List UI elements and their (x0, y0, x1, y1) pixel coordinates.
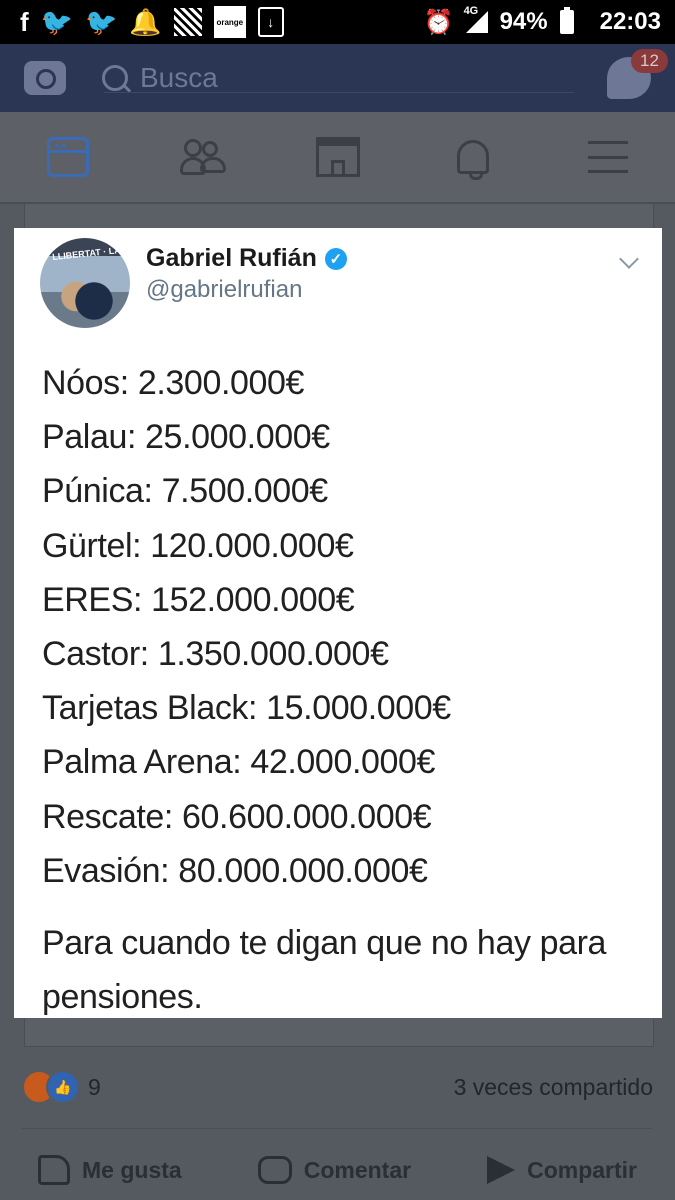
verified-badge-icon: ✓ (324, 247, 347, 270)
share-label: Compartir (527, 1156, 637, 1183)
camera-icon[interactable] (24, 61, 66, 95)
messenger-icon[interactable]: 12 (607, 49, 668, 99)
twitter-icon: 🐦 (85, 6, 118, 37)
facebook-icon: f (20, 6, 29, 37)
battery-percent: 94% (499, 8, 548, 35)
tweet-line: Púnica: 7.500.000€ (42, 472, 328, 511)
like-label: Me gusta (82, 1156, 182, 1183)
hamburger-menu-icon (587, 141, 628, 173)
like-reaction-icon: 👍 (46, 1070, 80, 1104)
reactions-summary[interactable]: 👍 9 (22, 1070, 101, 1104)
tweet-line: Palma Arena: 42.000.000€ (42, 743, 436, 782)
chevron-down-icon (619, 249, 639, 269)
orange-carrier-icon: orange (213, 6, 246, 38)
messenger-badge: 12 (631, 49, 668, 73)
friends-icon (179, 137, 226, 177)
tab-friends[interactable] (179, 136, 226, 178)
like-button[interactable]: Me gusta (38, 1155, 182, 1185)
post-actions: Me gusta Comentar Compartir (0, 1140, 675, 1200)
tab-menu[interactable] (585, 136, 631, 178)
search-underline (104, 92, 574, 93)
avatar: LLIBERTAT · LA DEMOCRA (40, 238, 130, 328)
tweet-footer-text: Para cuando te digan que no hay para pen… (42, 924, 607, 1016)
download-icon: ↓ (257, 7, 284, 37)
notification-bell-icon: 🔔 (129, 6, 162, 37)
alarm-icon: ⏰ (423, 8, 454, 36)
search-input[interactable]: Busca (102, 56, 542, 100)
status-icons-left: f 🐦 🐦 🔔 orange ↓ (20, 6, 284, 38)
reaction-count: 9 (88, 1073, 101, 1100)
tweet-line: Rescate: 60.600.000.000€ (42, 797, 432, 836)
avatar-banner-text: LLIBERTAT · LA DEMOCRA (51, 239, 130, 263)
bell-icon (456, 140, 489, 180)
orange-label: orange (216, 17, 244, 27)
tweet-image[interactable]: LLIBERTAT · LA DEMOCRA Gabriel Rufián ✓ … (14, 228, 662, 1018)
search-placeholder: Busca (140, 62, 218, 93)
tweet-line: Nóos: 2.300.000€ (42, 364, 305, 402)
tweet-line: Tarjetas Black: 15.000.000€ (42, 689, 451, 728)
search-icon (102, 65, 128, 91)
comment-icon (257, 1156, 292, 1184)
tweet-line: ERES: 152.000.000€ (42, 580, 355, 619)
tweet-author-handle: @gabrielrufian (146, 276, 303, 303)
share-button[interactable]: Compartir (487, 1156, 637, 1184)
tab-notifications[interactable] (450, 136, 496, 180)
facebook-header: Busca 12 (0, 44, 675, 112)
tab-news-feed[interactable] (45, 136, 91, 178)
news-feed-icon (46, 137, 89, 177)
tab-marketplace[interactable] (315, 136, 361, 178)
author-name-text: Gabriel Rufián (146, 244, 317, 272)
tweet-line: Palau: 25.000.000€ (42, 418, 330, 457)
tweet-author-name: Gabriel Rufián ✓ (146, 244, 347, 273)
pixel-image-icon (173, 8, 202, 36)
status-bar: f 🐦 🐦 🔔 orange ↓ ⏰ 4G 94% 22:03 (0, 0, 675, 44)
thumbs-up-icon (38, 1155, 70, 1185)
tweet-line: Castor: 1.350.000.000€ (42, 635, 389, 674)
battery-icon (559, 7, 574, 34)
tab-bar (0, 112, 675, 204)
tweet-body-list: Nóos: 2.300.000€ Palau: 25.000.000€ Púni… (42, 356, 451, 898)
tweet-line: Gürtel: 120.000.000€ (42, 526, 354, 565)
divider (22, 1128, 652, 1129)
status-icons-right: ⏰ 4G 94% 22:03 (423, 5, 661, 37)
marketplace-icon (315, 137, 360, 177)
twitter-icon: 🐦 (40, 6, 74, 37)
comment-button[interactable]: Comentar (257, 1156, 412, 1184)
share-arrow-icon (487, 1156, 516, 1184)
signal-icon (465, 11, 488, 33)
tweet-line: Evasión: 80.000.000.000€ (42, 851, 428, 890)
clock: 22:03 (599, 8, 661, 35)
share-count[interactable]: 3 veces compartido (454, 1074, 653, 1101)
comment-label: Comentar (303, 1156, 412, 1183)
